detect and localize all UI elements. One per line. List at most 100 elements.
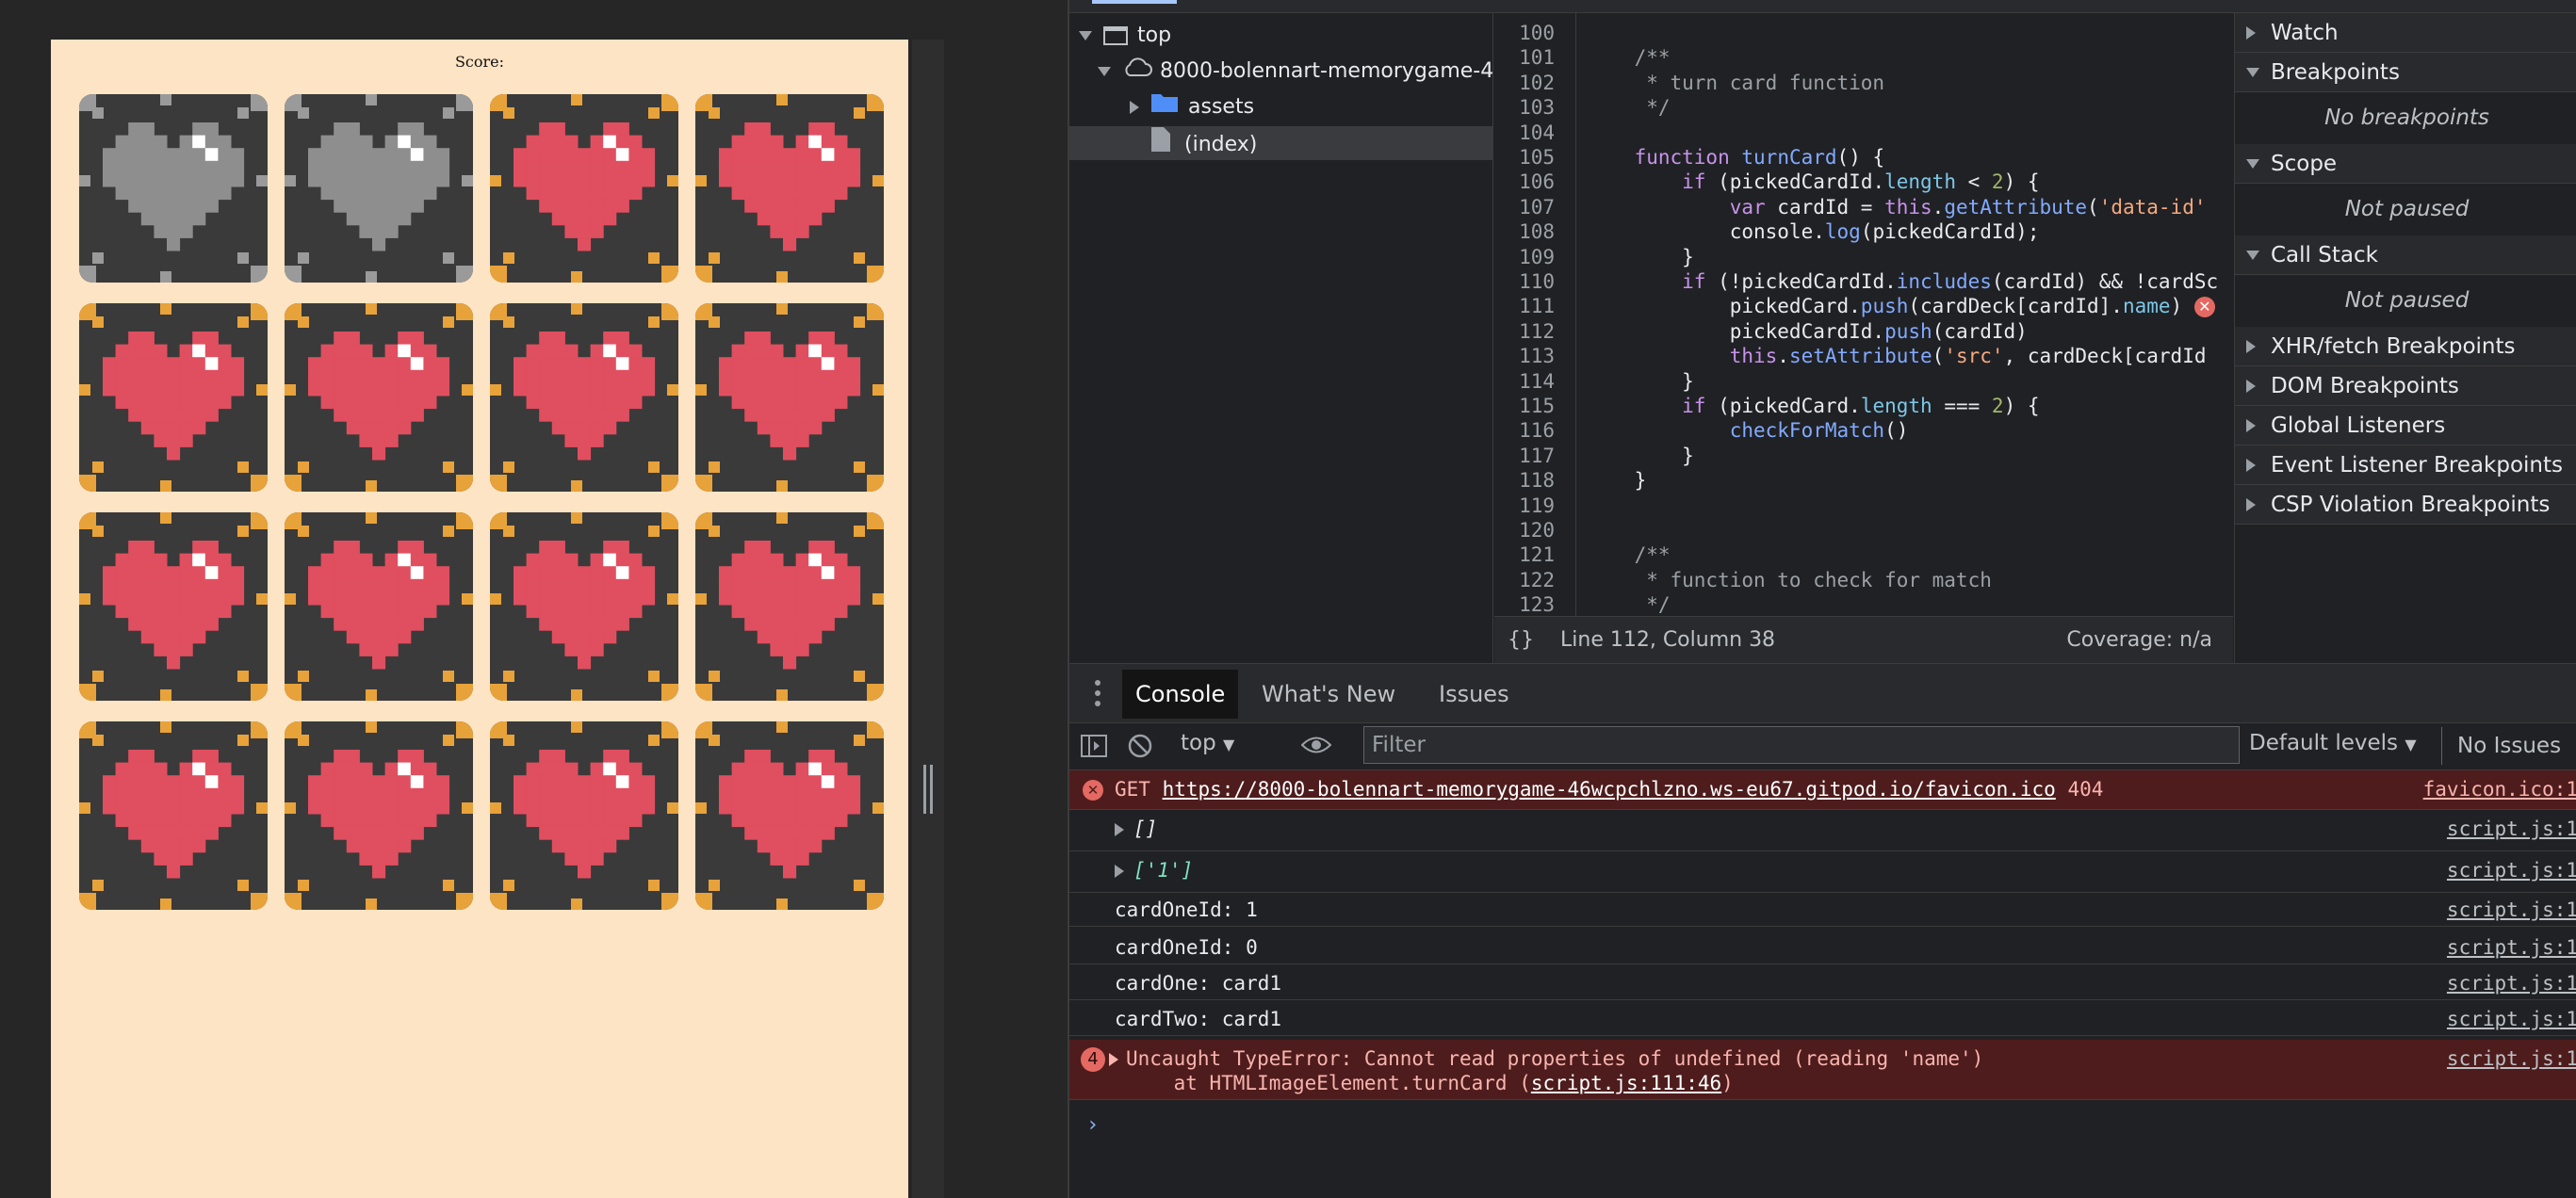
clear-console-icon[interactable]: [1128, 734, 1152, 764]
source-link[interactable]: script.js:1: [2447, 1008, 2576, 1030]
line-number[interactable]: 114: [1494, 369, 1566, 394]
line-number[interactable]: 110: [1494, 269, 1566, 294]
csp-violation-breakpoints-section[interactable]: CSP Violation Breakpoints: [2235, 485, 2576, 525]
source-link[interactable]: script.js:1: [2447, 898, 2576, 921]
code-text: * function to check for match: [1587, 568, 1992, 591]
memory-card[interactable]: [285, 303, 473, 492]
source-link[interactable]: script.js:1: [2447, 1047, 2576, 1070]
source-link[interactable]: script.js:1: [2447, 972, 2576, 995]
line-number[interactable]: 121: [1494, 542, 1566, 567]
memory-card[interactable]: [695, 721, 884, 910]
line-number[interactable]: 117: [1494, 444, 1566, 468]
line-number[interactable]: 118: [1494, 468, 1566, 493]
memory-card[interactable]: [490, 721, 678, 910]
line-number[interactable]: 123: [1494, 592, 1566, 616]
pretty-print-button[interactable]: {}: [1508, 628, 1534, 652]
no-breakpoints-text: No breakpoints: [2324, 105, 2489, 130]
nav-item-assets[interactable]: assets: [1130, 90, 1254, 124]
call-stack-section[interactable]: Call Stack: [2235, 235, 2576, 275]
error-url-link[interactable]: https://8000-bolennart-memorygame-46wcpc…: [1163, 778, 2056, 801]
tab-issues[interactable]: Issues: [1426, 670, 1523, 719]
line-number[interactable]: 112: [1494, 319, 1566, 344]
cloud-icon: [1122, 55, 1152, 89]
console-prompt[interactable]: ›: [1086, 1113, 1099, 1137]
line-number[interactable]: 103: [1494, 95, 1566, 120]
line-number[interactable]: 106: [1494, 170, 1566, 194]
code-line: 110 if (!pickedCardId.includes(cardId) &…: [1494, 269, 2218, 294]
resize-handle[interactable]: [923, 765, 933, 814]
expand-triangle-icon[interactable]: [1115, 865, 1124, 878]
line-number[interactable]: 104: [1494, 121, 1566, 145]
breakpoints-section[interactable]: Breakpoints: [2235, 53, 2576, 92]
memory-card[interactable]: [79, 721, 268, 910]
memory-card[interactable]: [695, 94, 884, 283]
tab-console[interactable]: Console: [1122, 670, 1239, 719]
tab-whats-new[interactable]: What's New: [1248, 670, 1409, 719]
memory-card[interactable]: [79, 94, 268, 283]
gray-heart-icon: [79, 94, 268, 283]
watch-section[interactable]: Watch: [2235, 13, 2576, 53]
source-link[interactable]: favicon.ico:1: [2423, 778, 2576, 801]
xhr-breakpoints-section[interactable]: XHR/fetch Breakpoints: [2235, 327, 2576, 366]
code-editor[interactable]: 100 101 /** 102 * turn card function 103 */…: [1494, 13, 2233, 616]
global-listeners-section[interactable]: Global Listeners: [2235, 406, 2576, 445]
code-line: 112 pickedCardId.push(cardId): [1494, 319, 2028, 344]
line-number[interactable]: 113: [1494, 344, 1566, 368]
source-link[interactable]: script.js:1: [2447, 859, 2576, 882]
log-levels-dropdown[interactable]: Default levels ▼: [2249, 731, 2417, 755]
nav-item-top[interactable]: top: [1079, 19, 1171, 53]
active-tab-indicator: [1092, 0, 1177, 4]
nav-assets-label: assets: [1188, 95, 1255, 119]
context-label: top: [1181, 731, 1216, 755]
nav-item-origin[interactable]: 8000-bolennart-memorygame-46: [1098, 55, 1507, 89]
issues-counter[interactable]: No Issues: [2441, 727, 2561, 765]
line-number[interactable]: 108: [1494, 219, 1566, 244]
line-number[interactable]: 120: [1494, 518, 1566, 542]
trace-link[interactable]: script.js:111:46: [1531, 1072, 1721, 1094]
line-number[interactable]: 101: [1494, 45, 1566, 70]
code-text: }: [1587, 444, 1694, 467]
drawer-menu-icon[interactable]: [1094, 679, 1101, 713]
red-heart-icon: [695, 303, 884, 492]
console-filter-input[interactable]: Filter: [1363, 726, 2240, 764]
nav-item-index[interactable]: (index): [1069, 126, 1492, 160]
line-number[interactable]: 122: [1494, 568, 1566, 592]
live-expression-eye-icon[interactable]: [1300, 735, 1332, 761]
dom-breakpoints-section[interactable]: DOM Breakpoints: [2235, 366, 2576, 406]
code-text: if (pickedCardId.length < 2) {: [1682, 170, 2040, 194]
source-link[interactable]: script.js:1: [2447, 818, 2576, 840]
memory-card[interactable]: [79, 512, 268, 701]
log-levels-label: Default levels: [2249, 731, 2399, 755]
memory-card[interactable]: [695, 512, 884, 701]
sidebar-toggle-icon[interactable]: [1081, 735, 1107, 763]
memory-card[interactable]: [285, 721, 473, 910]
memory-card[interactable]: [285, 512, 473, 701]
memory-card[interactable]: [490, 512, 678, 701]
line-number[interactable]: 109: [1494, 245, 1566, 269]
expand-triangle-icon[interactable]: [1115, 823, 1124, 836]
memory-card[interactable]: [285, 94, 473, 283]
dom-label: DOM Breakpoints: [2271, 374, 2459, 398]
memory-card[interactable]: [490, 303, 678, 492]
line-number[interactable]: 100: [1494, 21, 1566, 45]
source-link[interactable]: script.js:1: [2447, 936, 2576, 959]
line-number[interactable]: 119: [1494, 494, 1566, 518]
event-listener-breakpoints-section[interactable]: Event Listener Breakpoints: [2235, 445, 2576, 485]
scope-section[interactable]: Scope: [2235, 144, 2576, 184]
expand-triangle-icon: [2246, 68, 2259, 77]
memory-card[interactable]: [695, 303, 884, 492]
context-selector[interactable]: top ▼: [1181, 731, 1234, 755]
line-number[interactable]: 115: [1494, 394, 1566, 418]
csp-label: CSP Violation Breakpoints: [2271, 493, 2551, 517]
page-scrollbar[interactable]: [912, 40, 944, 1198]
expand-triangle-icon[interactable]: [1109, 1053, 1118, 1066]
folder-icon: [1150, 90, 1179, 124]
line-number[interactable]: 107: [1494, 195, 1566, 219]
memory-card[interactable]: [490, 94, 678, 283]
line-number[interactable]: 111: [1494, 294, 1566, 318]
debugger-sidebar: Watch Breakpoints No breakpoints Scope N…: [2234, 13, 2576, 663]
line-number[interactable]: 102: [1494, 71, 1566, 95]
line-number[interactable]: 116: [1494, 418, 1566, 443]
memory-card[interactable]: [79, 303, 268, 492]
line-number[interactable]: 105: [1494, 145, 1566, 170]
